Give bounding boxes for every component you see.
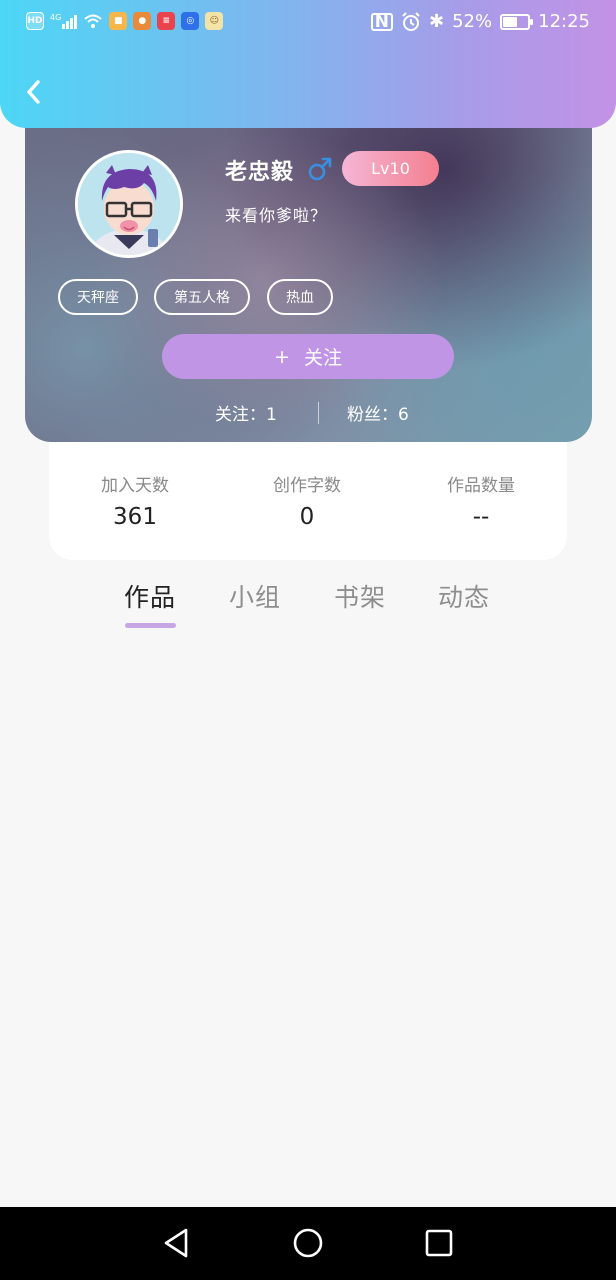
plus-icon: + (274, 345, 290, 368)
username: 老忠毅 (225, 160, 295, 185)
tab-activity[interactable]: 动态 (438, 578, 490, 614)
lightbulb-app-icon: ◎ (181, 12, 200, 30)
stat-join-days: 加入天数 361 (49, 474, 221, 530)
tag-personality[interactable]: 热血 (267, 279, 333, 315)
tiger-app-icon: ● (133, 12, 152, 30)
back-triangle-icon[interactable] (158, 1225, 194, 1261)
tab-indicator (125, 623, 176, 628)
clock-time: 12:25 (538, 11, 590, 32)
follow-counts: 关注：1 粉丝：6 (25, 400, 592, 426)
bluetooth-icon: ✱ (429, 11, 445, 32)
top-header: HD 4G ■ ● ≡ ◎ ☺ N ✱ 52% 12:25 (0, 0, 616, 128)
alarm-icon (402, 11, 420, 31)
avatar-illustration (78, 153, 180, 255)
follow-button-label: 关注 (303, 347, 342, 369)
tab-works[interactable]: 作品 (124, 578, 176, 614)
battery-percent: 52% (452, 11, 493, 32)
tab-groups[interactable]: 小组 (229, 578, 281, 614)
status-left-icons: HD 4G ■ ● ≡ ◎ ☺ (26, 12, 224, 30)
stat-value: 361 (113, 504, 157, 530)
battery-icon (500, 13, 534, 30)
content-area (0, 640, 616, 1207)
stat-label: 加入天数 (101, 476, 169, 496)
stat-label: 作品数量 (447, 476, 515, 496)
tag-zodiac[interactable]: 天秤座 (58, 279, 138, 315)
recents-square-icon[interactable] (421, 1225, 457, 1261)
avatar[interactable] (75, 150, 183, 258)
wifi-icon (84, 14, 102, 28)
stat-value: -- (472, 504, 490, 530)
stat-word-count: 创作字数 0 (221, 474, 393, 530)
stat-value: 0 (299, 504, 315, 530)
stat-label: 创作字数 (273, 476, 341, 496)
profile-card: 老忠毅 Lv10 来看你爹啦？ 天秤座 第五人格 热血 + 关注 关注：1 粉丝… (25, 110, 592, 442)
nfc-icon: N (370, 12, 394, 31)
system-navigation-bar (0, 1207, 616, 1280)
signal-icon: 4G (50, 13, 78, 29)
level-badge: Lv10 (342, 151, 439, 186)
following-count[interactable]: 关注：1 (215, 400, 277, 425)
tab-bookshelf[interactable]: 书架 (334, 578, 386, 614)
tag-game[interactable]: 第五人格 (154, 279, 250, 315)
count-divider (318, 402, 319, 424)
chevron-left-icon (27, 80, 40, 104)
stat-works-count: 作品数量 -- (395, 474, 567, 530)
hd-icon: HD (26, 12, 44, 30)
app-notification-icon: ■ (109, 12, 128, 30)
status-right-icons: N ✱ 52% 12:25 (370, 11, 590, 32)
status-bar: HD 4G ■ ● ≡ ◎ ☺ N ✱ 52% 12:25 (0, 0, 616, 48)
stats-card: 加入天数 361 创作字数 0 作品数量 -- (49, 440, 567, 560)
store-app-icon: ≡ (157, 12, 176, 30)
smiley-app-icon: ☺ (205, 12, 224, 30)
home-circle-icon[interactable] (290, 1225, 326, 1261)
follow-button[interactable]: + 关注 (162, 334, 454, 379)
male-gender-icon (308, 157, 332, 181)
fans-count[interactable]: 粉丝：6 (347, 400, 409, 425)
back-button[interactable] (16, 72, 52, 112)
bio: 来看你爹啦？ (225, 206, 328, 225)
